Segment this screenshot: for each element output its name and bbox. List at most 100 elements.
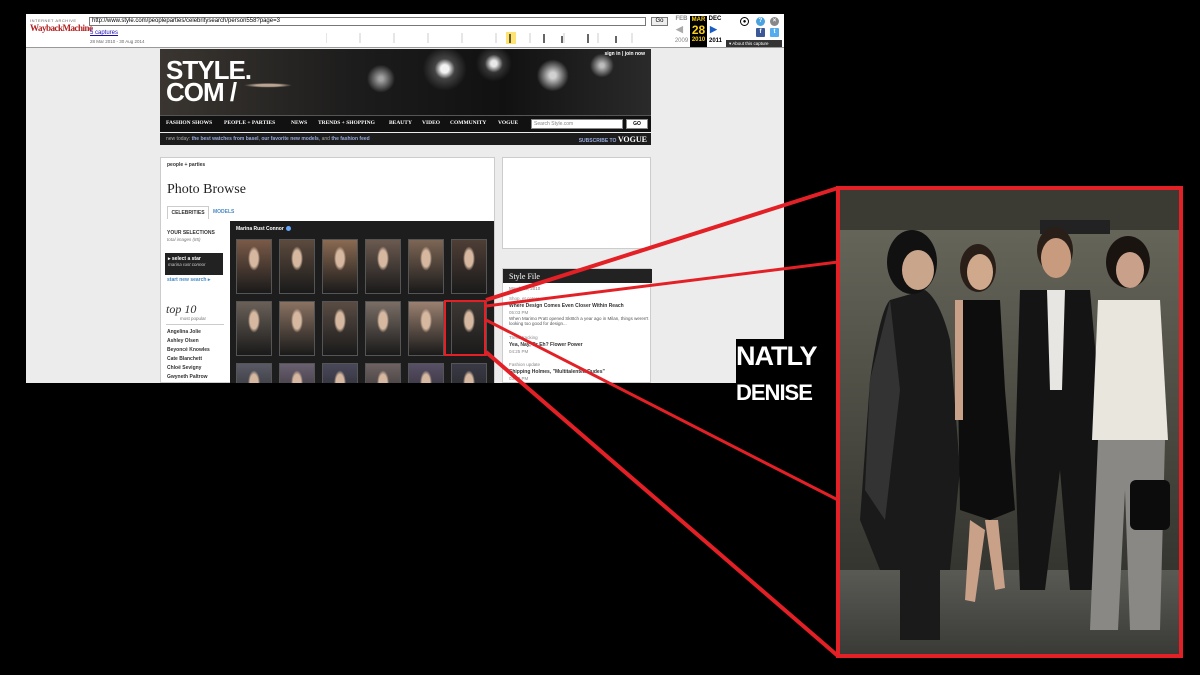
wayback-logo-line2: WaybackMachine xyxy=(30,23,93,33)
selections-count: total images (85) xyxy=(167,237,201,242)
tab-models[interactable]: MODELS xyxy=(213,206,234,219)
top10-item[interactable]: Beyoncé Knowles xyxy=(167,347,210,353)
nav-vogue[interactable]: VOGUE xyxy=(498,120,518,126)
sf-item-category: Trend tracking xyxy=(509,335,538,340)
watermark-line2: DENISE xyxy=(736,380,813,405)
photo-thumbnail[interactable] xyxy=(451,239,487,294)
prev-year[interactable]: 2009 xyxy=(674,38,689,44)
ticker-text: new today: the best watches from basel , … xyxy=(166,136,370,142)
close-icon[interactable]: × xyxy=(770,17,779,26)
start-new-search-link[interactable]: start new search ▸ xyxy=(167,277,210,283)
top10-title: top 10 xyxy=(166,302,197,316)
photo-thumbnail[interactable] xyxy=(322,363,358,383)
photo-thumbnail[interactable] xyxy=(279,239,315,294)
style-file-date: March 28, 2010 xyxy=(509,286,541,291)
zoomed-photo-illustration xyxy=(840,190,1179,654)
photo-thumbnail[interactable] xyxy=(279,301,315,356)
ticker-sep2: , and xyxy=(318,136,332,142)
arrow-right-icon[interactable]: ▶ xyxy=(710,24,717,35)
wayback-toolbar: INTERNET ARCHIVE WaybackMachine http://w… xyxy=(26,14,784,48)
capture-sparkline[interactable] xyxy=(326,32,666,44)
selections-title: YOUR SELECTIONS xyxy=(167,230,215,236)
nav-video[interactable]: VIDEO xyxy=(422,120,440,126)
sf-item-title[interactable]: Shipping Holmes, "Multitalented Dudes" xyxy=(509,369,649,375)
grid-title: Marina Rust Connor xyxy=(236,226,291,232)
nav-community[interactable]: COMMUNITY xyxy=(450,120,486,126)
capture-date-range: 28 Mar 2010 - 30 Aug 2014 xyxy=(90,39,145,44)
photo-thumbnail[interactable] xyxy=(365,363,401,383)
photo-thumbnail[interactable] xyxy=(451,363,487,383)
search-input[interactable]: Search Style.com xyxy=(531,119,623,129)
style-file-heading: Style File xyxy=(503,269,652,283)
user-icon[interactable]: ● xyxy=(740,17,749,26)
top10-subtitle: most popular xyxy=(180,316,207,321)
help-icon[interactable]: ? xyxy=(756,17,765,26)
ticker-prefix: new today: xyxy=(166,136,192,142)
photo-thumbnail[interactable] xyxy=(236,363,272,383)
facebook-icon[interactable]: f xyxy=(756,28,765,37)
nav-beauty[interactable]: BEAUTY xyxy=(389,120,412,126)
arrow-left-icon[interactable]: ◀ xyxy=(676,24,683,35)
watermark-logo: NATLY DENISE xyxy=(736,339,818,415)
sf-item-time: 04:25 PM xyxy=(509,349,529,354)
select-star-value: marina rust connor xyxy=(168,262,206,267)
photo-thumbnail[interactable] xyxy=(365,301,401,356)
subscribe-label: SUBSCRIBE TO xyxy=(578,138,617,144)
top10-item[interactable]: Chloë Sevigny xyxy=(167,365,201,371)
ticker-link-models[interactable]: our favorite new models xyxy=(261,136,319,142)
info-icon[interactable] xyxy=(285,226,291,232)
select-star-dropdown[interactable]: ▸ select a star marina rust connor xyxy=(165,253,223,275)
photo-thumbnail[interactable] xyxy=(408,363,444,383)
about-capture-label: About this capture xyxy=(732,41,769,46)
ticker-link-watches[interactable]: the best watches from basel xyxy=(192,136,259,142)
site-header: STYLE. COM / sign in | join now xyxy=(160,49,651,115)
site-logo[interactable]: STYLE. COM / xyxy=(166,57,252,105)
highlight-box xyxy=(444,300,486,356)
browser-screenshot: INTERNET ARCHIVE WaybackMachine http://w… xyxy=(26,14,784,383)
style-file-panel: Style File March 28, 2010 Shop, et ceter… xyxy=(502,268,652,383)
sf-item-title[interactable]: Where Design Comes Even Closer Within Re… xyxy=(509,303,649,309)
photo-thumbnail[interactable] xyxy=(236,239,272,294)
cur-day: 28 xyxy=(691,23,706,37)
next-year[interactable]: 2011 xyxy=(707,38,724,44)
top10-item[interactable]: Angelina Jolie xyxy=(167,329,201,335)
search-go-button[interactable]: GO xyxy=(626,119,648,129)
prev-month[interactable]: FEB xyxy=(674,16,689,22)
photo-thumbnail[interactable] xyxy=(236,301,272,356)
sf-item-category: Fashion update xyxy=(509,362,541,367)
cur-year: 2010 xyxy=(691,37,706,43)
top10-item[interactable]: Cate Blanchett xyxy=(167,356,202,362)
captures-link[interactable]: 5 captures xyxy=(90,30,118,36)
photo-thumbnail[interactable] xyxy=(322,239,358,294)
nav-fashion-shows[interactable]: FASHION SHOWS xyxy=(166,120,212,126)
photo-thumbnail[interactable] xyxy=(408,239,444,294)
next-month[interactable]: DEC xyxy=(708,16,722,22)
nav-trends-shopping[interactable]: TRENDS + SHOPPING xyxy=(318,120,375,126)
about-capture-button[interactable]: ▾ About this capture xyxy=(726,40,782,47)
tab-celebrities[interactable]: CELEBRITIES xyxy=(167,206,209,219)
sf-item-desc: When Marimo Pratt opened Sk8tch a year a… xyxy=(509,316,649,326)
twitter-icon[interactable]: t xyxy=(770,28,779,37)
main-nav: FASHION SHOWS PEOPLE + PARTIES NEWS TREN… xyxy=(160,115,651,132)
sign-in-link[interactable]: sign in | join now xyxy=(604,51,645,57)
current-capture-date: MAR 28 2010 xyxy=(690,16,707,47)
breadcrumb[interactable]: people + parties xyxy=(167,162,205,168)
top10-item[interactable]: Ashley Olsen xyxy=(167,338,199,344)
photo-thumbnail[interactable] xyxy=(279,363,315,383)
month-navigator: FEB ◀ 2009 MAR 28 2010 DEC ▶ 2011 xyxy=(674,16,734,47)
zoomed-photo xyxy=(836,186,1183,658)
nav-people-parties[interactable]: PEOPLE + PARTIES xyxy=(224,120,275,126)
photo-thumbnail[interactable] xyxy=(365,239,401,294)
photo-thumbnail[interactable] xyxy=(408,301,444,356)
go-button[interactable]: Go xyxy=(651,17,668,26)
ticker-link-feed[interactable]: the fashion feed xyxy=(331,136,369,142)
photo-thumbnail[interactable] xyxy=(322,301,358,356)
subscribe-brand: VOGUE xyxy=(617,135,647,144)
sf-item-title[interactable]: Yea, Nay, Or Eh? Flower Power xyxy=(509,342,649,348)
top10-item[interactable]: Gwyneth Paltrow xyxy=(167,374,208,380)
nav-news[interactable]: NEWS xyxy=(291,120,307,126)
wayback-logo[interactable]: INTERNET ARCHIVE WaybackMachine xyxy=(30,18,93,42)
top10-heading: top 10 most popular xyxy=(166,303,224,325)
url-input[interactable]: http://www.style.com/peopleparties/celeb… xyxy=(89,17,646,26)
subscribe-link[interactable]: SUBSCRIBE TO VOGUE xyxy=(579,135,647,144)
